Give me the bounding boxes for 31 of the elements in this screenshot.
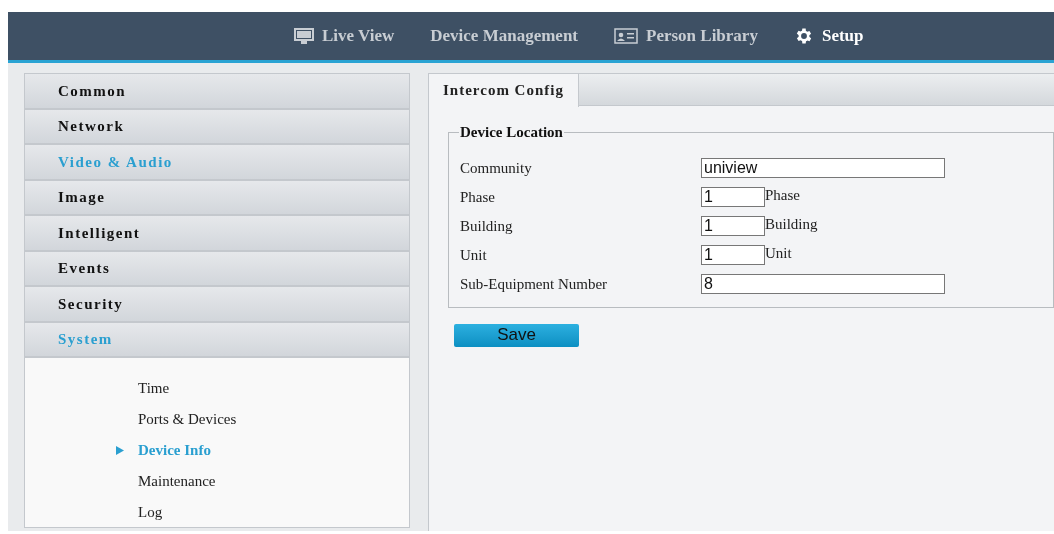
sidebar-item[interactable]: Image — [24, 179, 410, 215]
sidebar-item[interactable]: Network — [24, 108, 410, 144]
sidebar-item[interactable]: Common — [24, 73, 410, 109]
field-label: Unit — [460, 245, 488, 265]
nav-tab[interactable]: Person Library — [598, 12, 774, 60]
unit-label: Building — [765, 216, 818, 232]
monitor-icon — [294, 27, 314, 45]
sidebar-item[interactable]: Intelligent — [24, 215, 410, 251]
nav-tab[interactable]: Live View — [278, 12, 411, 60]
field-label: Building — [460, 216, 514, 236]
field-label: Sub-Equipment Number — [460, 274, 609, 294]
submenu-item[interactable]: Maintenance — [138, 470, 216, 493]
unit-label: Phase — [765, 187, 800, 203]
text-field[interactable]: 8 — [701, 274, 945, 294]
save-button[interactable]: Save — [454, 323, 579, 347]
submenu-item[interactable]: Log — [138, 501, 163, 524]
number-field[interactable]: 1 — [701, 245, 765, 265]
id-card-icon — [614, 28, 638, 44]
content-tab[interactable]: Intercom Config — [429, 74, 579, 107]
nav-tab[interactable]: Device Management — [414, 12, 594, 60]
sidebar-item[interactable]: Security — [24, 286, 410, 322]
unit-label: Unit — [765, 245, 792, 261]
sidebar-item[interactable]: Events — [24, 250, 410, 286]
field-label: Phase — [460, 187, 496, 207]
number-field[interactable]: 1 — [701, 216, 765, 236]
field-label: Community — [460, 158, 533, 178]
submenu-item[interactable]: Ports & Devices — [138, 408, 237, 431]
text-field[interactable]: uniview — [701, 158, 945, 178]
number-field[interactable]: 1 — [701, 187, 765, 207]
group-legend: Device Location — [459, 121, 564, 144]
submenu-item[interactable]: Time — [138, 377, 170, 400]
